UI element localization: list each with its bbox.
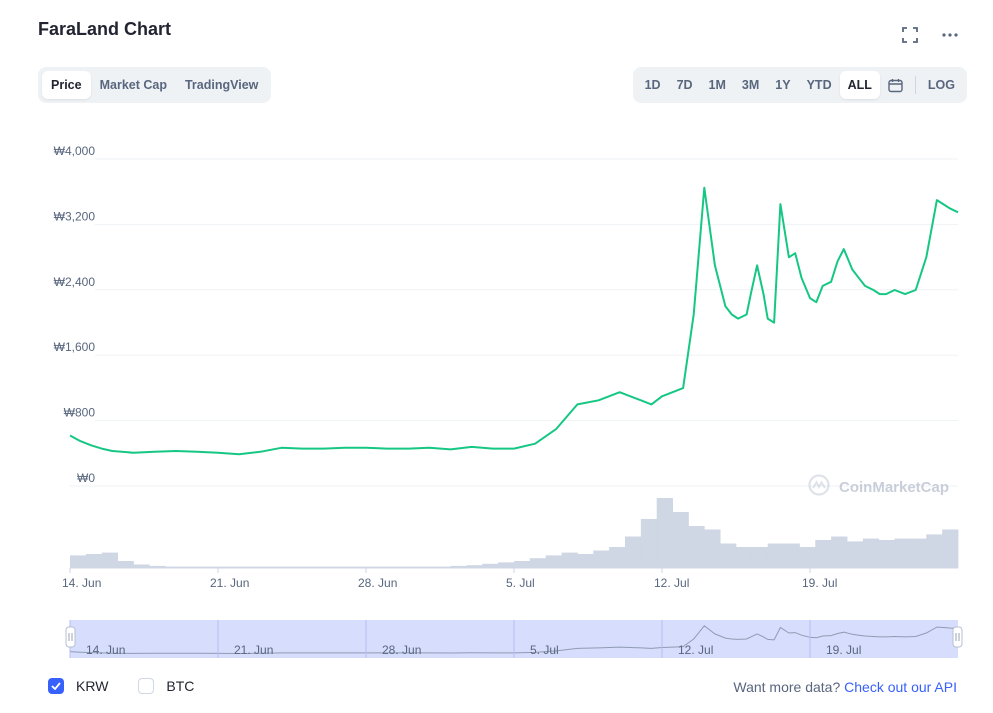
volume-bar [783,543,800,568]
volume-bar [593,550,610,568]
volume-bar [577,554,594,568]
x-tick-label: 5. Jul [506,576,535,590]
range-navigator[interactable]: 14. Jun 21. Jun 28. Jun 5. Jul 12. Jul 19. Ju… [65,620,963,658]
grid-lines [70,158,958,487]
volume-bar [85,554,103,568]
currency-btc-toggle[interactable]: BTC [138,678,194,694]
volume-bar [561,552,578,568]
navigator-tick-label: 19. Jul [826,643,861,657]
checkbox-checked-icon[interactable] [48,678,64,694]
navigator-left-handle[interactable] [65,626,76,648]
volume-bar [688,526,705,568]
y-tick-label: ₩3,200 [54,209,96,223]
y-tick-label: ₩4,000 [54,144,96,158]
checkbox-unchecked-icon[interactable] [138,678,155,694]
volume-bar [625,536,642,568]
volume-bar [609,547,626,568]
volume-bar [862,538,880,568]
volume-bars [70,498,959,569]
volume-bar [482,563,499,568]
volume-bar [704,529,721,568]
volume-bar [672,512,689,568]
volume-bar [656,498,673,568]
volume-bar [529,558,547,568]
volume-bar [545,555,562,568]
navigator-tick-label: 28. Jun [382,643,421,657]
navigator-tick-label: 12. Jul [678,643,713,657]
y-tick-label: ₩2,400 [54,275,96,289]
more-data-text: Want more data? [733,679,841,695]
volume-bar [942,529,959,568]
volume-bar [847,541,864,568]
x-tick-label: 21. Jun [210,576,249,590]
volume-bar [894,538,911,568]
volume-bar [815,540,832,568]
volume-bar [640,519,658,568]
volume-bar [910,538,927,568]
volume-bar [133,564,150,568]
x-tick-label: 28. Jun [358,576,397,590]
price-line [69,186,959,456]
currency-krw-toggle[interactable]: KRW [48,678,108,694]
currency-label: BTC [166,678,195,694]
volume-bar [498,562,515,568]
volume-bar [751,547,769,568]
volume-bar [799,547,816,568]
y-tick-label: ₩0 [77,471,95,485]
volume-bar [926,534,943,568]
api-link[interactable]: Check out our API [844,679,957,695]
y-axis-ticks: ₩0 ₩800 ₩1,600 ₩2,400 ₩3,200 ₩4,000 [54,144,96,485]
price-chart: ₩0 ₩800 ₩1,600 ₩2,400 ₩3,200 ₩4,000 14. Jun 21… [54,144,963,658]
volume-bar [514,561,531,568]
x-tick-label: 19. Jul [802,576,837,590]
volume-bar [101,552,118,568]
volume-bar [720,543,737,568]
volume-bar [831,536,848,568]
volume-bar [878,540,895,568]
x-tick-label: 12. Jul [654,576,689,590]
y-tick-label: ₩1,600 [54,340,96,354]
navigator-tick-label: 5. Jul [530,643,559,657]
volume-bar [736,547,753,568]
volume-bar [117,561,134,568]
y-tick-label: ₩800 [64,406,96,420]
price-line-layer [69,186,959,456]
navigator-tick-label: 14. Jun [86,643,125,657]
currency-toggles: KRW BTC [48,678,194,694]
volume-bar [70,555,87,568]
navigator-right-handle[interactable] [952,626,963,648]
x-axis-ticks: 14. Jun 21. Jun 28. Jun 5. Jul 12. Jul 19. Ju… [62,568,837,590]
navigator-tick-label: 21. Jun [234,643,273,657]
x-tick-label: 14. Jun [62,576,101,590]
watermark-text: CoinMarketCap [839,479,949,496]
api-promo: Want more data? Check out our API [733,679,957,695]
volume-bar [767,543,784,568]
currency-label: KRW [76,678,109,694]
